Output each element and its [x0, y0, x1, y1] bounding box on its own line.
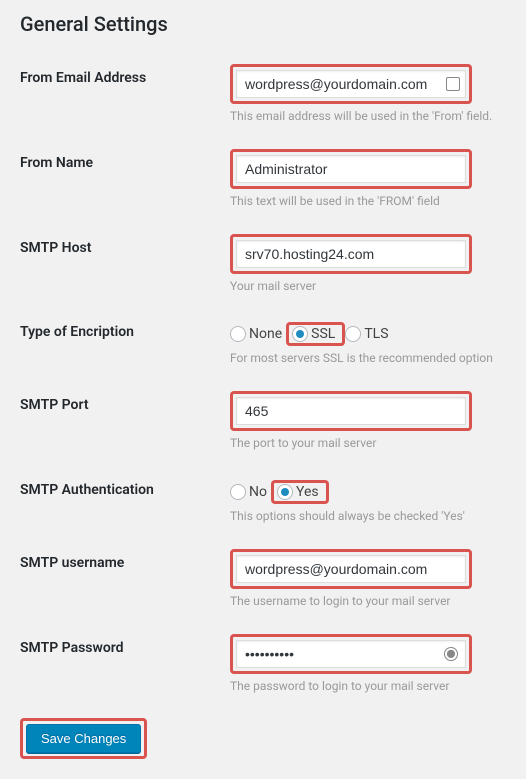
- row-from-name: From Name This text will be used in the …: [20, 149, 506, 210]
- help-from-email: This email address will be used in the '…: [230, 108, 506, 125]
- highlight-save: Save Changes: [20, 718, 147, 759]
- highlight-smtp-port: [230, 391, 472, 431]
- row-smtp-port: SMTP Port The port to your mail server: [20, 391, 506, 452]
- input-from-name[interactable]: [236, 155, 466, 183]
- radio-auth-no[interactable]: [230, 484, 246, 500]
- highlight-smtp-host: [230, 234, 472, 274]
- help-from-name: This text will be used in the 'FROM' fie…: [230, 193, 506, 210]
- save-button[interactable]: Save Changes: [26, 724, 141, 753]
- input-from-email[interactable]: [236, 70, 466, 98]
- label-smtp-port: SMTP Port: [20, 391, 230, 413]
- radio-encription-tls[interactable]: [345, 326, 361, 342]
- row-smtp-username: SMTP username The username to login to y…: [20, 549, 506, 610]
- page-title: General Settings: [20, 12, 506, 36]
- radio-group-encription: None SSL TLS: [230, 318, 506, 346]
- label-from-name: From Name: [20, 149, 230, 171]
- row-smtp-password: SMTP Password ⬤ The password to login to…: [20, 634, 506, 695]
- highlight-from-email: [230, 64, 472, 104]
- radio-auth-yes[interactable]: [277, 484, 293, 500]
- submit-row: Save Changes: [20, 718, 506, 759]
- input-smtp-username[interactable]: [236, 555, 466, 583]
- row-encription: Type of Encription None SSL TLS: [20, 318, 506, 367]
- label-encription: Type of Encription: [20, 318, 230, 340]
- highlight-auth-yes: Yes: [271, 480, 329, 504]
- radio-encription-ssl[interactable]: [292, 326, 308, 342]
- highlight-smtp-username: [230, 549, 472, 589]
- radio-label-none: None: [249, 326, 282, 342]
- label-smtp-username: SMTP username: [20, 549, 230, 571]
- highlight-from-name: [230, 149, 472, 189]
- radio-label-yes: Yes: [296, 484, 319, 500]
- input-smtp-port[interactable]: [236, 397, 466, 425]
- help-smtp-password: The password to login to your mail serve…: [230, 678, 506, 695]
- label-from-email: From Email Address: [20, 64, 230, 86]
- help-smtp-port: The port to your mail server: [230, 435, 506, 452]
- row-from-email: From Email Address This email address wi…: [20, 64, 506, 125]
- help-smtp-auth: This options should always be checked 'Y…: [230, 508, 506, 525]
- row-smtp-host: SMTP Host Your mail server: [20, 234, 506, 295]
- help-encription: For most servers SSL is the recommended …: [230, 350, 506, 367]
- label-smtp-password: SMTP Password: [20, 634, 230, 656]
- help-smtp-host: Your mail server: [230, 278, 506, 295]
- highlight-encription-ssl: SSL: [286, 322, 345, 346]
- input-smtp-password[interactable]: [236, 640, 466, 668]
- radio-group-smtp-auth: No Yes: [230, 476, 506, 504]
- help-smtp-username: The username to login to your mail serve…: [230, 593, 506, 610]
- input-smtp-host[interactable]: [236, 240, 466, 268]
- general-settings-form: General Settings From Email Address This…: [0, 0, 526, 779]
- radio-label-no: No: [249, 484, 267, 500]
- radio-label-ssl: SSL: [311, 326, 335, 342]
- highlight-smtp-password: ⬤: [230, 634, 472, 674]
- radio-encription-none[interactable]: [230, 326, 246, 342]
- row-smtp-auth: SMTP Authentication No Yes This options …: [20, 476, 506, 525]
- radio-label-tls: TLS: [364, 326, 388, 342]
- label-smtp-host: SMTP Host: [20, 234, 230, 256]
- label-smtp-auth: SMTP Authentication: [20, 476, 230, 498]
